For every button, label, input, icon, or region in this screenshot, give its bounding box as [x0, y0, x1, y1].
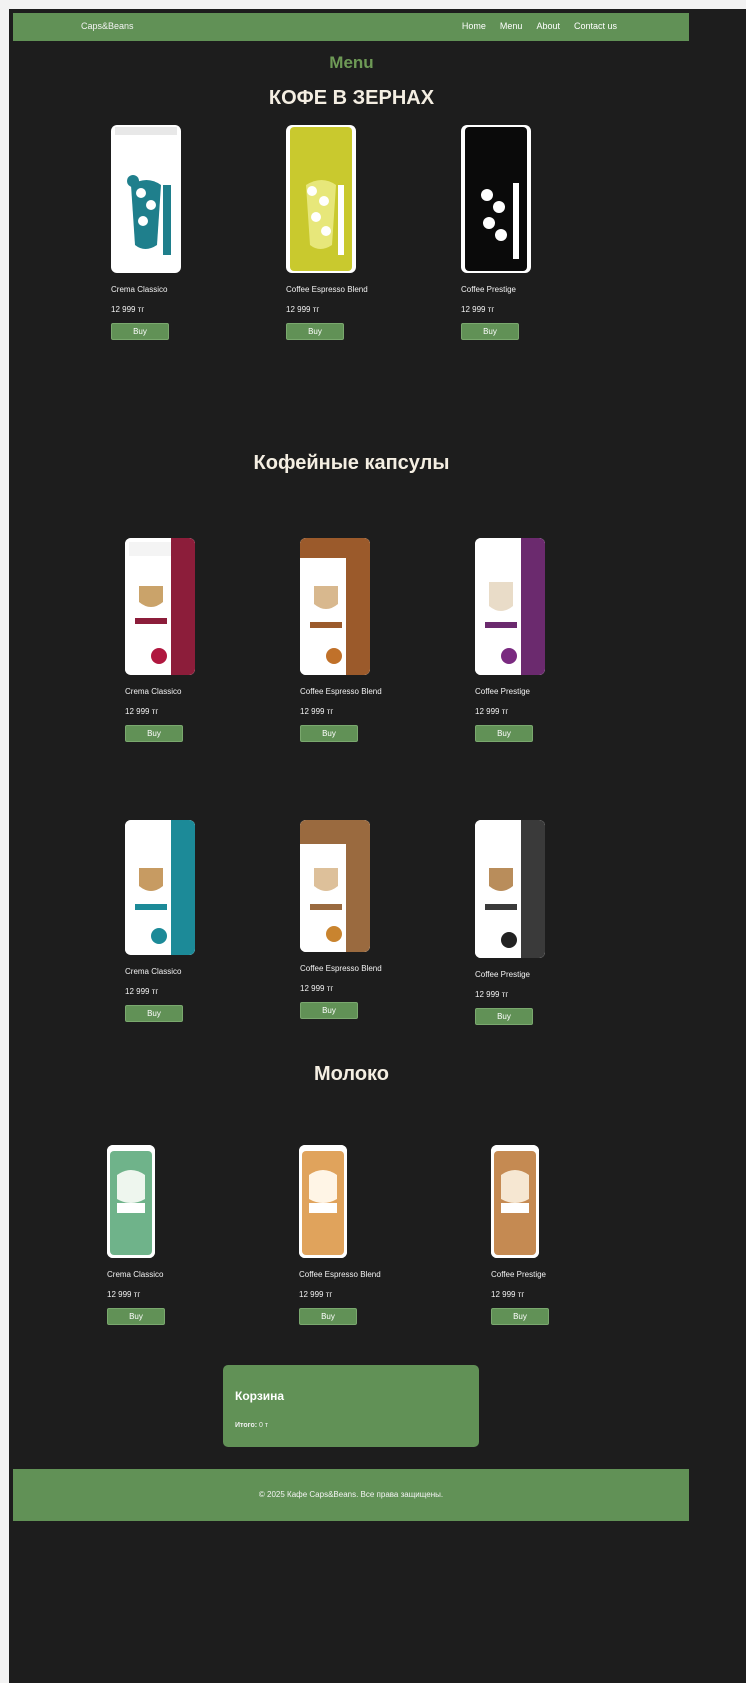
section-title-milk: Молоко	[314, 1063, 389, 1085]
product-image[interactable]	[300, 820, 370, 952]
footer-copyright: © 2025 Кафе Caps&Beans. Все права защище…	[258, 1490, 444, 1499]
cart-panel: Корзина Итого: 0 т	[223, 1365, 479, 1447]
cart-total-label: Итого:	[235, 1422, 258, 1429]
product-image[interactable]	[111, 125, 181, 273]
product-name: Crema Classico	[107, 1270, 164, 1279]
product-price: 12 999 тг	[125, 707, 159, 716]
product-name: Coffee Prestige	[475, 687, 530, 696]
product-card: Coffee Prestige 12 999 тг Buy	[475, 538, 595, 742]
product-name: Coffee Espresso Blend	[300, 964, 382, 973]
product-card: Coffee Espresso Blend 12 999 тг Buy	[286, 125, 406, 340]
product-image[interactable]	[107, 1145, 155, 1258]
page-title: Menu	[329, 53, 374, 72]
product-price: 12 999 тг	[107, 1290, 141, 1299]
product-name: Coffee Prestige	[461, 285, 516, 294]
product-price: 12 999 тг	[491, 1290, 525, 1299]
buy-button[interactable]: Buy	[300, 1002, 358, 1019]
buy-button[interactable]: Buy	[299, 1308, 357, 1325]
product-name: Coffee Espresso Blend	[300, 687, 382, 696]
buy-button[interactable]: Buy	[286, 323, 344, 340]
product-price: 12 999 тг	[286, 305, 320, 314]
buy-button[interactable]: Buy	[491, 1308, 549, 1325]
product-price: 12 999 тг	[461, 305, 495, 314]
product-image[interactable]	[475, 820, 545, 958]
buy-button[interactable]: Buy	[475, 725, 533, 742]
product-image[interactable]	[491, 1145, 539, 1258]
product-card: Coffee Prestige 12 999 тг Buy	[491, 1145, 611, 1325]
product-name: Coffee Espresso Blend	[286, 285, 368, 294]
buy-button[interactable]: Buy	[125, 725, 183, 742]
page: Caps&Beans Home Menu About Contact us Me…	[9, 9, 746, 1683]
product-card: Crema Classico 12 999 тг Buy	[125, 820, 245, 1022]
product-card: Coffee Espresso Blend 12 999 тг Buy	[300, 820, 420, 1019]
navbar: Caps&Beans Home Menu About Contact us	[13, 13, 689, 41]
buy-button[interactable]: Buy	[461, 323, 519, 340]
nav-link-about[interactable]: About	[536, 21, 560, 31]
product-card: Crema Classico 12 999 тг Buy	[125, 538, 245, 742]
product-image[interactable]	[286, 125, 356, 273]
footer: © 2025 Кафе Caps&Beans. Все права защище…	[13, 1469, 689, 1521]
product-image[interactable]	[125, 538, 195, 675]
product-card: Coffee Espresso Blend 12 999 тг Buy	[299, 1145, 419, 1325]
product-name: Coffee Espresso Blend	[299, 1270, 381, 1279]
product-image[interactable]	[299, 1145, 347, 1258]
product-name: Crema Classico	[125, 687, 182, 696]
section-title-capsules: Кофейные капсулы	[253, 452, 450, 474]
product-image[interactable]	[475, 538, 545, 675]
product-card: Crema Classico 12 999 тг Buy	[111, 125, 231, 340]
product-card: Coffee Prestige 12 999 тг Buy	[475, 820, 595, 1025]
section-title-beans: КОФЕ В ЗЕРНАХ	[268, 87, 435, 109]
product-card: Crema Classico 12 999 тг Buy	[107, 1145, 227, 1325]
nav-link-home[interactable]: Home	[462, 21, 486, 31]
product-price: 12 999 тг	[475, 707, 509, 716]
product-price: 12 999 тг	[111, 305, 145, 314]
product-price: 12 999 тг	[300, 707, 334, 716]
buy-button[interactable]: Buy	[300, 725, 358, 742]
nav-link-contact[interactable]: Contact us	[574, 21, 617, 31]
product-name: Coffee Prestige	[475, 970, 530, 979]
product-card: Coffee Prestige 12 999 тг Buy	[461, 125, 581, 340]
buy-button[interactable]: Buy	[107, 1308, 165, 1325]
buy-button[interactable]: Buy	[125, 1005, 183, 1022]
product-price: 12 999 тг	[125, 987, 159, 996]
product-name: Coffee Prestige	[491, 1270, 546, 1279]
cart-total-value: 0 т	[259, 1422, 269, 1429]
nav-links: Home Menu About Contact us	[462, 21, 617, 31]
buy-button[interactable]: Buy	[111, 323, 169, 340]
product-image[interactable]	[125, 820, 195, 955]
cart-total: Итого: 0 т	[235, 1422, 268, 1429]
product-image[interactable]	[461, 125, 531, 273]
product-price: 12 999 тг	[475, 990, 509, 999]
product-price: 12 999 тг	[299, 1290, 333, 1299]
product-name: Crema Classico	[111, 285, 168, 294]
product-price: 12 999 тг	[300, 984, 334, 993]
product-name: Crema Classico	[125, 967, 182, 976]
buy-button[interactable]: Buy	[475, 1008, 533, 1025]
product-image[interactable]	[300, 538, 370, 675]
nav-link-menu[interactable]: Menu	[500, 21, 523, 31]
cart-title: Корзина	[235, 1389, 285, 1403]
brand-logo[interactable]: Caps&Beans	[81, 21, 134, 31]
product-card: Coffee Espresso Blend 12 999 тг Buy	[300, 538, 420, 742]
